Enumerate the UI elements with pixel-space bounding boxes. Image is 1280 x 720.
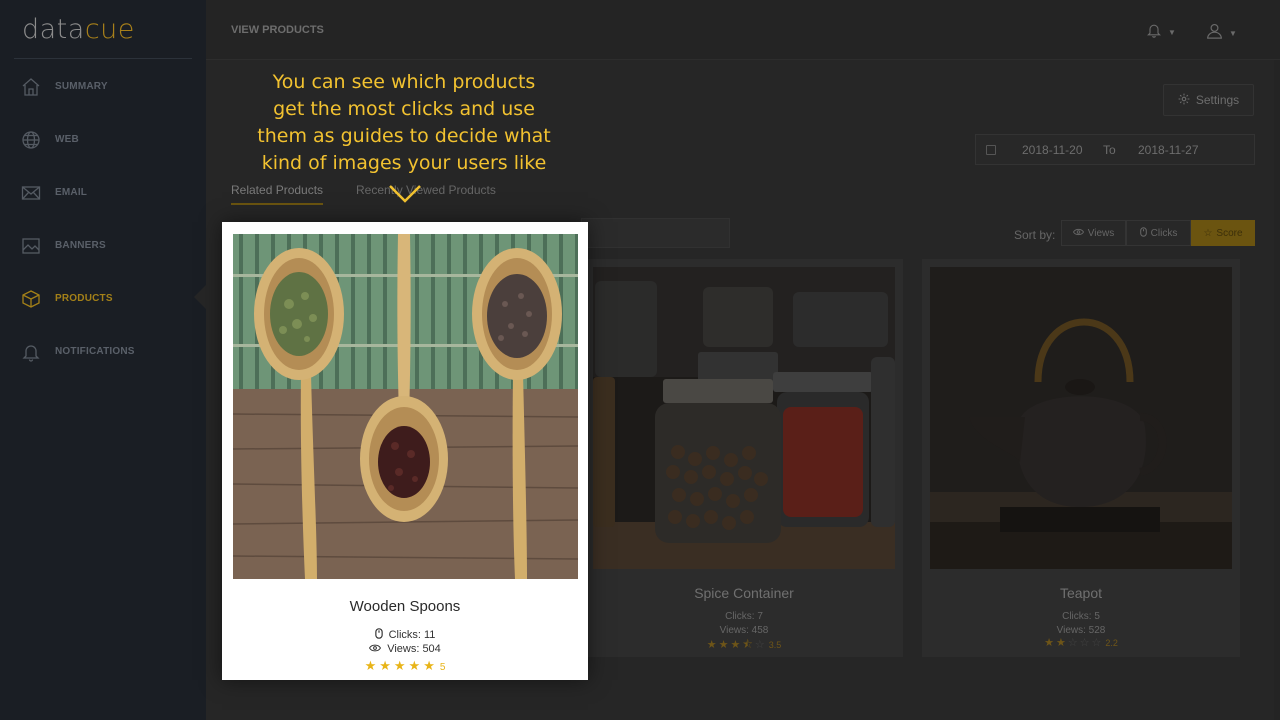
product-rating-value: 2.2: [1105, 638, 1118, 648]
mouse-icon: [374, 628, 383, 642]
sort-score-label: Score: [1216, 227, 1243, 239]
sidebar-nav: SUMMARY WEB EMAIL BANNERS PRODUCTS NOTIF…: [0, 60, 206, 378]
product-image[interactable]: [593, 267, 895, 569]
logo-divider: [14, 58, 192, 59]
chevron-down-icon: [388, 184, 422, 209]
callout-line: You can see which products: [272, 71, 536, 93]
bell-icon: [20, 341, 42, 363]
product-views-value: Views: 504: [387, 643, 441, 655]
settings-button[interactable]: Settings: [1163, 84, 1254, 116]
calendar-icon: [986, 145, 996, 155]
bell-icon: [1146, 22, 1162, 43]
eye-icon: [1072, 228, 1084, 239]
user-icon: [1206, 22, 1223, 44]
product-rating-value: 5: [439, 662, 446, 673]
box-icon: [20, 288, 42, 310]
sidebar-item-label: PRODUCTS: [55, 293, 113, 304]
home-icon: [20, 76, 42, 98]
sidebar-item-email[interactable]: EMAIL: [0, 166, 206, 219]
brand-logo[interactable]: datacue: [22, 14, 135, 45]
sidebar-item-notifications[interactable]: NOTIFICATIONS: [0, 325, 206, 378]
user-menu[interactable]: ▼: [1206, 22, 1237, 44]
product-card-highlighted[interactable]: Wooden Spoons Clicks: 11 Views: 504 ★★★★…: [222, 222, 588, 680]
star-empty-icon: ☆: [754, 639, 767, 651]
product-image[interactable]: [233, 234, 578, 579]
sidebar-item-label: EMAIL: [55, 187, 88, 198]
eye-icon: [369, 643, 382, 655]
settings-label: Settings: [1195, 93, 1240, 107]
date-to[interactable]: 2018-11-27: [1138, 143, 1199, 157]
sidebar-item-banners[interactable]: BANNERS: [0, 219, 206, 272]
product-clicks-value: Clicks: 11: [388, 629, 436, 641]
brand-logo-part2: cue: [84, 14, 135, 45]
sort-views-button[interactable]: Views: [1061, 220, 1126, 246]
product-name[interactable]: Spice Container: [585, 585, 903, 601]
sidebar: datacue SUMMARY WEB EMAIL BANNERS PRODUC…: [0, 0, 206, 720]
globe-icon: [20, 129, 42, 151]
star-empty-icon: ☆☆☆: [1067, 637, 1104, 649]
sort-clicks-button[interactable]: Clicks: [1126, 220, 1191, 246]
tab-recently-viewed[interactable]: Recently Viewed Products: [356, 183, 496, 197]
star-icon: ☆: [1203, 227, 1213, 239]
date-from[interactable]: 2018-11-20: [1022, 143, 1083, 157]
chevron-down-icon: ▼: [1168, 28, 1176, 37]
product-rating-value: 3.5: [768, 640, 782, 650]
product-views: Views: 504: [222, 643, 588, 655]
sidebar-item-summary[interactable]: SUMMARY: [0, 60, 206, 113]
product-clicks: Clicks: 11: [222, 628, 588, 642]
date-to-label: To: [1103, 143, 1116, 157]
star-icon: ★★: [1044, 637, 1068, 649]
product-image[interactable]: [930, 267, 1232, 569]
tab-active-underline: [231, 203, 323, 205]
sidebar-item-web[interactable]: WEB: [0, 113, 206, 166]
star-half-icon: ⯪: [742, 639, 755, 651]
tour-callout: You can see which products get the most …: [226, 69, 582, 177]
envelope-icon: [20, 182, 42, 204]
product-rating: ★★★★★ 5: [222, 658, 588, 674]
star-icon: ★★★: [706, 639, 743, 651]
product-rating: ★★☆☆☆ 2.2: [922, 636, 1240, 649]
sort-label: Sort by:: [1014, 228, 1056, 242]
brand-logo-part1: data: [22, 14, 85, 45]
tab-related-products[interactable]: Related Products: [231, 183, 323, 197]
sort-clicks-label: Clicks: [1150, 227, 1178, 239]
scrollbar[interactable]: [1274, 60, 1280, 720]
sidebar-item-products[interactable]: PRODUCTS: [0, 272, 206, 325]
notifications-menu[interactable]: ▼: [1146, 22, 1176, 43]
sort-views-label: Views: [1087, 227, 1115, 239]
date-range-picker[interactable]: 2018-11-20 To 2018-11-27: [975, 134, 1255, 165]
gear-icon: [1178, 93, 1190, 108]
product-name[interactable]: Wooden Spoons: [222, 598, 588, 615]
callout-line: get the most clicks and use: [273, 98, 535, 120]
top-bar: VIEW PRODUCTS ▼ ▼: [206, 0, 1280, 60]
search-input[interactable]: [581, 218, 730, 248]
callout-line: kind of images your users like: [261, 152, 547, 174]
sidebar-item-label: WEB: [55, 134, 79, 145]
sidebar-item-label: SUMMARY: [55, 81, 108, 92]
product-rating: ★★★⯪☆ 3.5: [585, 636, 903, 655]
product-views: Views: 528: [1056, 625, 1106, 636]
sidebar-item-label: NOTIFICATIONS: [55, 346, 135, 357]
callout-line: them as guides to decide what: [257, 125, 551, 147]
mouse-icon: [1139, 226, 1147, 240]
product-card[interactable]: Teapot Clicks: 5 Views: 528 ★★☆☆☆ 2.2: [922, 259, 1240, 657]
product-views: Views: 458: [719, 625, 769, 636]
star-icon: ★★★★★: [364, 658, 438, 673]
product-name[interactable]: Teapot: [922, 585, 1240, 601]
product-clicks: Clicks: 5: [1062, 611, 1100, 622]
product-card[interactable]: Spice Container Clicks: 7 Views: 458 ★★★…: [585, 259, 903, 657]
sidebar-item-label: BANNERS: [55, 240, 106, 251]
page-title: VIEW PRODUCTS: [231, 24, 324, 36]
image-icon: [20, 235, 42, 257]
chevron-down-icon: ▼: [1229, 28, 1237, 38]
sort-score-button[interactable]: ☆ Score: [1191, 220, 1255, 246]
sort-options: Views Clicks ☆ Score: [1061, 220, 1255, 246]
active-indicator: [194, 285, 206, 309]
product-clicks: Clicks: 7: [725, 611, 763, 622]
